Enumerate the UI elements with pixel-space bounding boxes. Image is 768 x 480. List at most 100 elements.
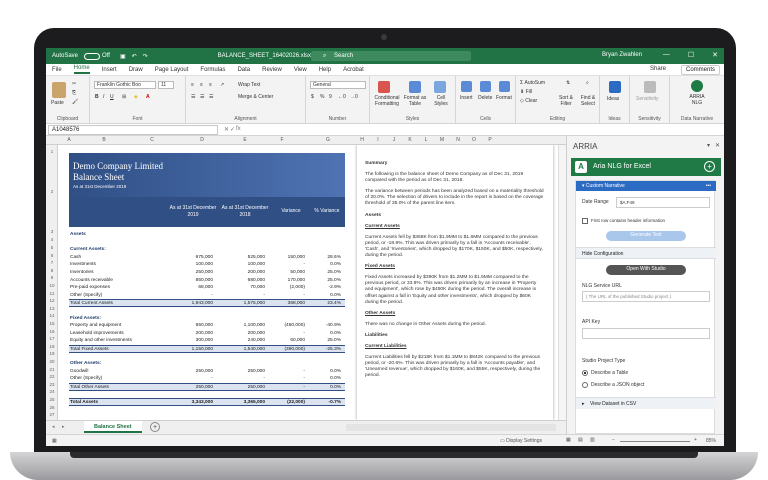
column-header[interactable]: P [482,137,498,143]
fx-label[interactable]: fx [236,126,241,132]
row-value[interactable]: 0.0% [309,376,341,381]
comma-icon[interactable]: 9 [329,94,332,100]
pane-options-icon[interactable]: ▾ [707,143,710,149]
row-label[interactable]: Total Current Assets [70,301,166,306]
row-value[interactable]: 250,000 [221,385,265,390]
zoom-out-icon[interactable]: − [612,437,615,443]
more-icon[interactable]: ••• [706,181,711,191]
menu-data[interactable]: Data [237,67,250,73]
row-value[interactable]: -2.9% [309,285,341,290]
autosave-toggle[interactable] [84,52,101,60]
minimize-icon[interactable]: — [663,51,670,59]
name-box[interactable]: A1048576 [48,125,218,135]
menu-formulas[interactable]: Formulas [200,67,225,73]
row-value[interactable]: - [169,293,213,298]
row-value[interactable]: 150,000 [271,255,305,260]
ideas-icon[interactable] [609,81,621,93]
row-value[interactable]: - [271,262,305,267]
align-top-icon[interactable]: ≡ [191,82,194,88]
row-header[interactable]: 9 [46,275,58,280]
generate-text-button[interactable]: Generate Text [606,231,686,241]
row-value[interactable]: 1,575,000 [221,301,265,306]
row-label[interactable]: Total Fixed Assets [70,347,166,352]
bold-icon[interactable]: B [95,94,99,100]
number-format-select[interactable]: General [310,81,366,89]
column-header[interactable]: M [434,137,450,143]
increase-decimal-icon[interactable]: ←0 [338,94,346,100]
row-label[interactable]: Total Other Assets [70,385,166,390]
insert-icon[interactable] [461,81,472,92]
menu-help[interactable]: Help [319,67,331,73]
find-select-button[interactable]: Find & Select [578,95,598,107]
font-size-select[interactable]: 11 [158,81,174,89]
sort-filter-icon[interactable]: ⇅ [566,80,570,86]
row-value[interactable]: 200,000 [169,331,213,336]
row-value[interactable]: (22,000) [271,400,305,405]
zoom-level[interactable]: 85% [706,438,716,444]
align-center-icon[interactable]: ☰ [200,94,204,100]
sensitivity-icon[interactable] [644,81,656,93]
column-header[interactable]: J [386,137,402,143]
row-value[interactable]: - [271,376,305,381]
tab-nav-right-icon[interactable]: ▸ [62,424,65,430]
format-icon[interactable] [499,81,510,92]
row-value[interactable]: 28.6% [309,255,341,260]
first-row-checkbox[interactable] [582,218,588,224]
row-value[interactable]: 850,000 [169,278,213,283]
column-header[interactable]: C [128,137,176,143]
row-header[interactable]: 12 [46,298,58,303]
undo-icon[interactable]: ↶ [132,53,137,60]
menu-review[interactable]: Review [262,67,282,73]
row-value[interactable]: 60,000 [271,338,305,343]
borders-icon[interactable]: ⊞ [122,94,126,100]
row-value[interactable]: - [169,376,213,381]
row-value[interactable]: 675,000 [169,255,213,260]
normal-view-icon[interactable]: ▦ [566,437,571,443]
delete-button[interactable]: Delete [478,95,492,101]
row-header[interactable]: 14 [46,313,58,318]
align-left-icon[interactable]: ☰ [191,94,195,100]
maximize-icon[interactable]: ☐ [688,51,694,59]
row-label[interactable]: Pre-paid expenses [70,285,166,290]
autosum-button[interactable]: Σ AutoSum [520,80,545,86]
align-middle-icon[interactable]: ≡ [200,82,203,88]
menu-home[interactable]: Home [73,65,90,74]
row-label[interactable]: Equity and other investments [70,338,166,343]
row-value[interactable]: -40.9% [309,323,341,328]
save-icon[interactable]: ▣ [120,53,126,60]
menu-insert[interactable]: Insert [102,67,117,73]
horizontal-scrollbar[interactable] [346,424,556,431]
vertical-scrollbar[interactable] [558,145,566,420]
italic-icon[interactable]: I [103,94,104,100]
row-value[interactable]: 3,343,000 [169,400,213,405]
column-header[interactable]: O [466,137,482,143]
row-value[interactable]: 1,150,000 [169,347,213,352]
row-header[interactable]: 7 [46,260,58,265]
format-button[interactable]: Format [496,95,512,101]
row-label[interactable]: Fixed Assets: [70,316,166,321]
font-name-select[interactable]: Franklin Gothic Boo [94,81,156,89]
row-label[interactable]: Goodwill [70,369,166,374]
wrap-text-button[interactable]: Wrap Text [238,82,260,88]
close-icon[interactable]: ✕ [712,51,718,59]
row-value[interactable]: 0.0% [309,331,341,336]
row-header[interactable]: 6 [46,253,58,258]
percent-icon[interactable]: % [320,94,324,100]
row-label[interactable]: Assets [70,232,166,237]
row-header[interactable]: 10 [46,283,58,288]
worksheet[interactable]: Demo Company Limited Balance Sheet As at… [59,145,566,420]
row-label[interactable]: Leasehold improvements [70,331,166,336]
open-studio-button[interactable]: Open With Studio [606,265,686,275]
row-value[interactable]: 3,365,000 [221,400,265,405]
row-label[interactable]: Cash [70,255,166,260]
font-color-icon[interactable]: A [146,94,150,100]
row-header[interactable]: 22 [46,374,58,379]
row-header[interactable]: 25 [46,397,58,402]
row-value[interactable]: 680,000 [221,278,265,283]
row-value[interactable]: (450,000) [271,323,305,328]
column-header[interactable]: E [228,137,262,143]
format-as-table-button[interactable]: Format as Table [402,95,428,107]
row-value[interactable]: (2,000) [271,285,305,290]
merge-center-button[interactable]: Merge & Center [238,94,273,100]
column-header[interactable]: G [302,137,354,143]
